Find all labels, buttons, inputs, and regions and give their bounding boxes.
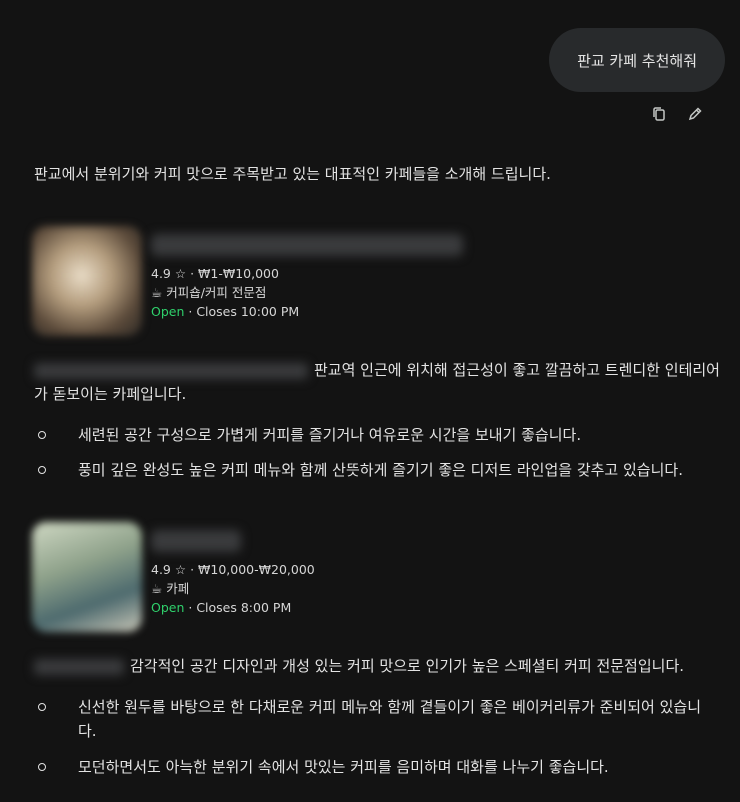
place-rating-line: 4.9 ☆ · ₩10,000-₩20,000 xyxy=(151,562,315,577)
star-icon: ☆ xyxy=(174,266,187,281)
place-rating-line: 4.9 ☆ · ₩1-₩10,000 xyxy=(151,266,279,281)
response-intro: 판교에서 분위기와 커피 맛으로 주목받고 있는 대표적인 카페들을 소개해 드… xyxy=(34,165,551,183)
user-message-bubble: 판교 카페 추천해줘 xyxy=(549,28,725,92)
place-photo xyxy=(32,226,142,336)
place-name-redacted xyxy=(151,234,463,256)
place-photo xyxy=(32,522,142,632)
open-status: Open xyxy=(151,600,185,615)
place-card[interactable]: 4.9 ☆ · ₩10,000-₩20,000 ☕ 카페 Open · Clos… xyxy=(32,522,712,632)
place-category-line: ☕ 커피숍/커피 전문점 xyxy=(151,285,267,300)
place-card[interactable]: 4.9 ☆ · ₩1-₩10,000 ☕ 커피숍/커피 전문점 Open · C… xyxy=(32,226,712,336)
bullet-circle-icon xyxy=(38,763,46,771)
bullet-circle-icon xyxy=(38,466,46,474)
copy-icon[interactable] xyxy=(649,104,669,124)
place-name-redacted xyxy=(151,530,241,552)
place-category-line: ☕ 카페 xyxy=(151,581,190,596)
bullet-circle-icon xyxy=(38,703,46,711)
place-name-redacted-inline xyxy=(34,362,308,379)
star-icon: ☆ xyxy=(174,562,187,577)
user-message-text: 판교 카페 추천해줘 xyxy=(577,51,697,70)
coffee-icon: ☕ xyxy=(151,285,163,300)
place-description: 판교역 인근에 위치해 접근성이 좋고 깔끔하고 트렌디한 인테리어가 돋보이는… xyxy=(34,361,720,403)
place-hours-line: Open · Closes 8:00 PM xyxy=(151,600,292,615)
coffee-icon: ☕ xyxy=(151,581,163,596)
place-description: 감각적인 공간 디자인과 개성 있는 커피 맛으로 인기가 높은 스페셜티 커피… xyxy=(34,654,724,678)
place-name-redacted-inline xyxy=(34,658,124,675)
pencil-icon[interactable] xyxy=(685,104,705,124)
open-status: Open xyxy=(151,304,185,319)
bullet-circle-icon xyxy=(38,431,46,439)
place-hours-line: Open · Closes 10:00 PM xyxy=(151,304,300,319)
